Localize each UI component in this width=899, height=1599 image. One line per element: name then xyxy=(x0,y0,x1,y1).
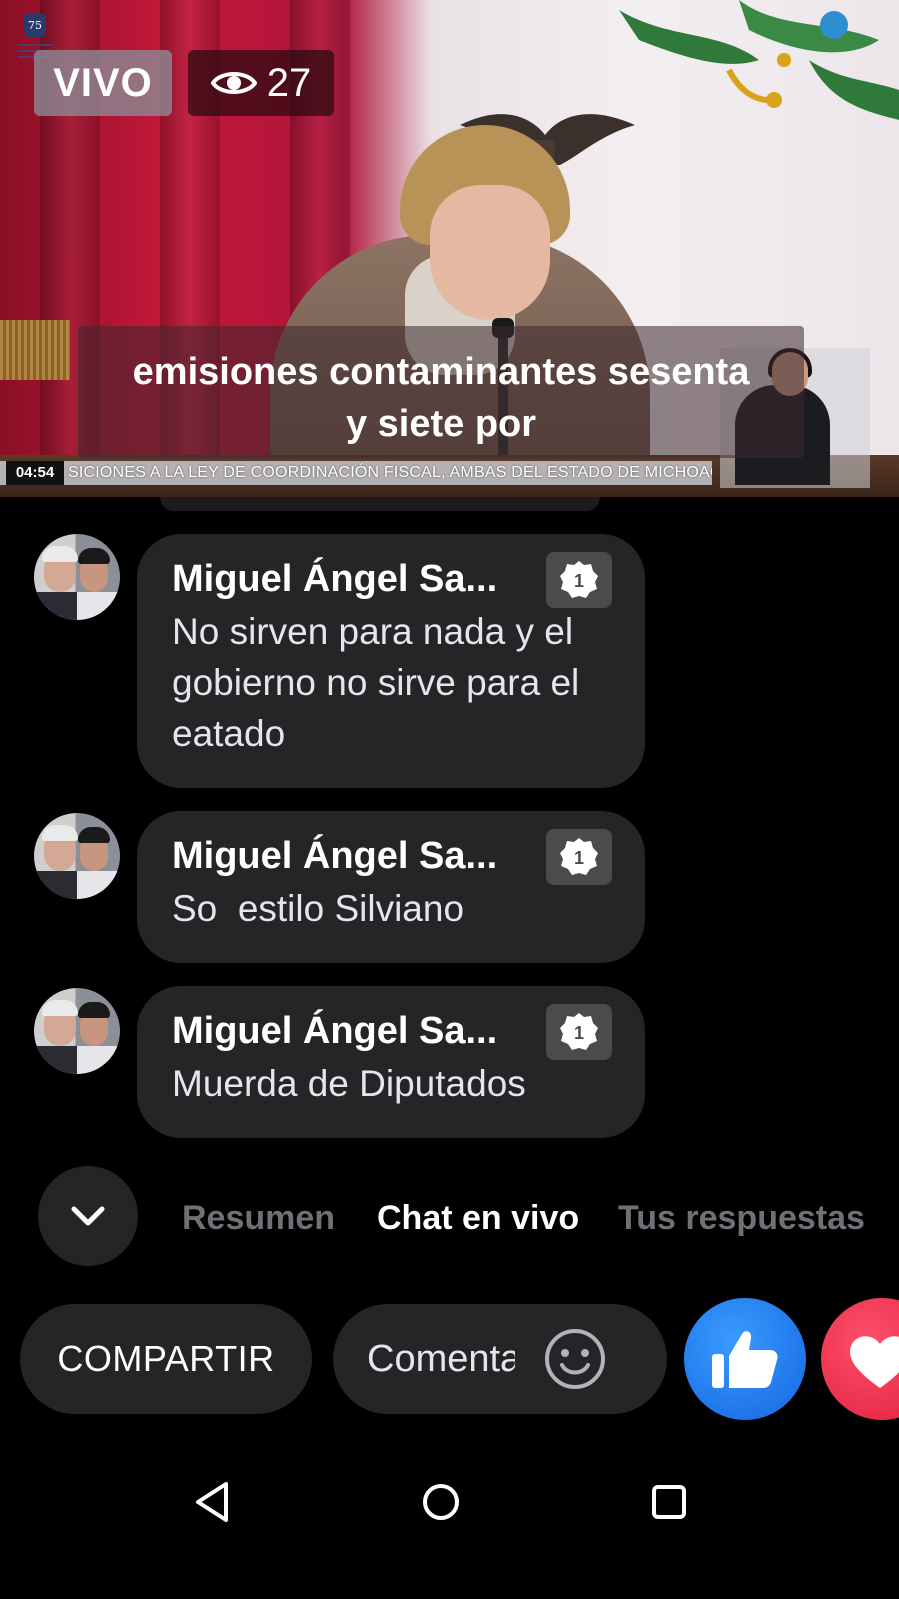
avatar[interactable] xyxy=(34,534,120,620)
live-badge: VIVO xyxy=(34,50,172,116)
live-caption: emisiones contaminantes sesenta y siete … xyxy=(78,326,804,458)
elapsed-time: 04:54 xyxy=(6,461,64,485)
news-ticker: 04:54 SICIONES A LA LEY DE COORDINACIÓN … xyxy=(0,461,712,485)
avatar-hair xyxy=(42,1000,78,1016)
comment-placeholder: Comentar... xyxy=(367,1337,515,1380)
tab-resumen[interactable]: Resumen xyxy=(182,1196,335,1240)
avatar-hair xyxy=(78,548,110,564)
avatar[interactable] xyxy=(34,813,120,899)
live-video-player[interactable]: 75 VIVO 27 emisiones contaminantes sesen… xyxy=(0,0,899,497)
speaker-face xyxy=(430,185,550,320)
recent-apps-icon[interactable] xyxy=(645,1478,693,1526)
emoji-icon[interactable] xyxy=(543,1327,607,1391)
caption-line-1: emisiones contaminantes sesenta xyxy=(132,351,750,393)
love-button[interactable] xyxy=(821,1298,899,1420)
logo-line xyxy=(18,44,54,46)
avatar-hair xyxy=(78,827,110,843)
previous-comment-edge xyxy=(160,497,600,511)
rank-badge-number: 1 xyxy=(574,571,584,591)
comment-bubble[interactable]: Miguel Ángel Sa... Muerda de Diputados 1 xyxy=(137,986,645,1138)
thumbs-up-icon xyxy=(712,1331,778,1388)
viewer-count: 27 xyxy=(266,60,312,105)
avatar-hair xyxy=(42,546,78,562)
heart-icon xyxy=(850,1336,899,1388)
eye-icon xyxy=(210,72,257,94)
rank-badge-number: 1 xyxy=(574,848,584,868)
back-icon[interactable] xyxy=(190,1478,238,1526)
ticker-text: SICIONES A LA LEY DE COORDINACIÓN FISCAL… xyxy=(68,464,712,481)
avatar-body xyxy=(34,1046,120,1074)
rank-badge-icon: 1 xyxy=(560,561,598,598)
rank-badge-icon: 1 xyxy=(560,1013,598,1050)
comment-input[interactable]: Comentar... xyxy=(333,1304,667,1414)
comment-text: Muerda de Diputados xyxy=(172,1063,526,1104)
top-fan-badge: 1 xyxy=(546,552,612,608)
rank-badge-number: 1 xyxy=(574,1023,584,1043)
top-fan-badge: 1 xyxy=(546,829,612,885)
like-button[interactable] xyxy=(684,1298,806,1420)
top-fan-badge: 1 xyxy=(546,1004,612,1060)
avatar-hair xyxy=(78,1002,110,1018)
comment-bubble[interactable]: Miguel Ángel Sa... So estilo Silviano 1 xyxy=(137,811,645,963)
logo-badge: 75 xyxy=(24,14,46,38)
collapse-chat-button[interactable] xyxy=(38,1166,138,1266)
chevron-down-icon xyxy=(71,1206,105,1226)
tab-chat-en-vivo[interactable]: Chat en vivo xyxy=(377,1196,579,1240)
curtain-fringe xyxy=(0,320,70,380)
caption-line-2: y siete por xyxy=(345,403,537,445)
home-icon[interactable] xyxy=(417,1478,465,1526)
avatar-body xyxy=(34,871,120,899)
avatar[interactable] xyxy=(34,988,120,1074)
rank-badge-icon: 1 xyxy=(560,838,598,875)
viewer-count-badge: 27 xyxy=(188,50,334,116)
comment-text: No sirven para nada y el gobierno no sir… xyxy=(172,611,580,754)
avatar-hair xyxy=(42,825,78,841)
tab-tus-respuestas[interactable]: Tus respuestas xyxy=(618,1196,865,1240)
comment-bubble[interactable]: Miguel Ángel Sa... No sirven para nada y… xyxy=(137,534,645,788)
share-button[interactable]: COMPARTIR xyxy=(20,1304,312,1414)
comment-text: So estilo Silviano xyxy=(172,888,465,929)
avatar-body xyxy=(34,592,120,620)
